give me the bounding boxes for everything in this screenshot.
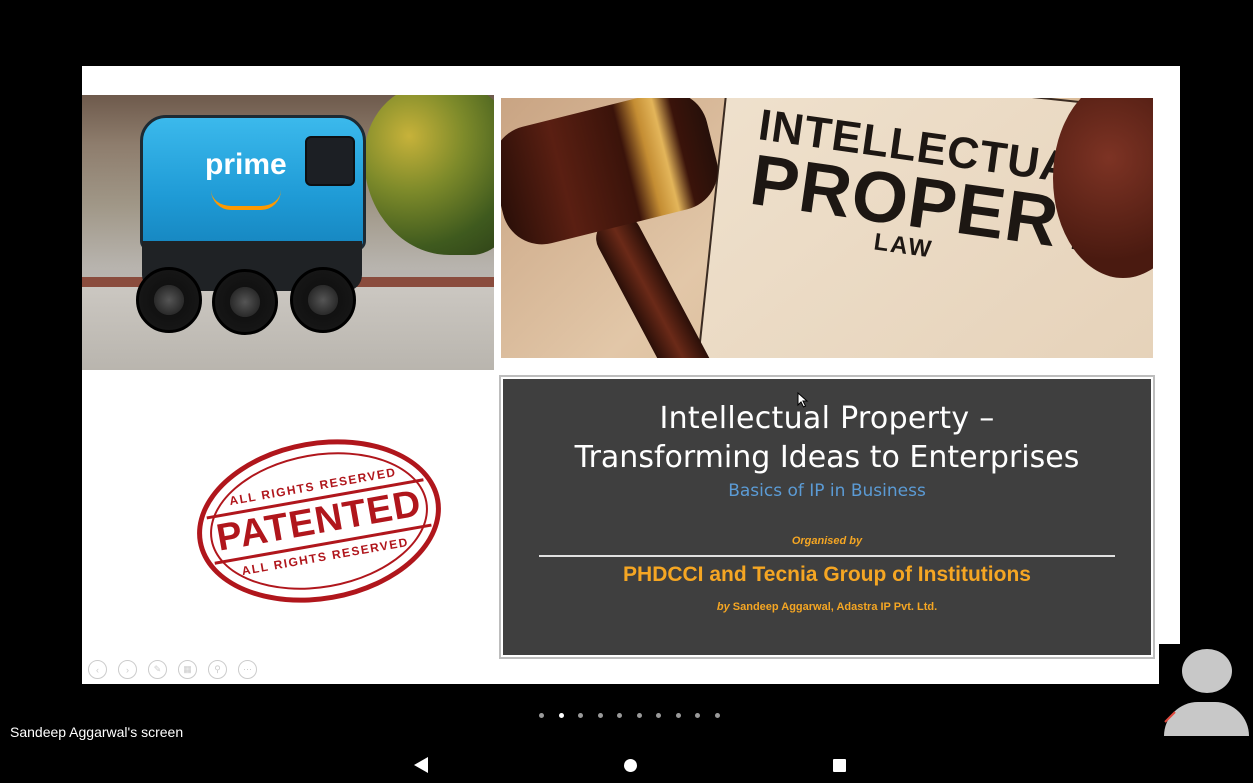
previous-slide-icon[interactable]: ‹ xyxy=(88,660,107,679)
page-indicator xyxy=(539,713,720,718)
pen-icon[interactable]: ✎ xyxy=(148,660,167,679)
page-dot[interactable] xyxy=(539,713,544,718)
delivery-robot-photo: prime xyxy=(82,95,494,370)
back-icon[interactable] xyxy=(414,757,428,773)
byline-text: Sandeep Aggarwal, Adastra IP Pvt. Ltd. xyxy=(732,601,938,613)
screen-share-label: Sandeep Aggarwal's screen xyxy=(10,724,184,740)
participant-tile[interactable] xyxy=(1159,644,1253,737)
patented-stamp: ALL RIGHTS RESERVED PATENTED ALL RIGHTS … xyxy=(183,420,455,622)
hedge xyxy=(364,95,494,255)
byline: by Sandeep Aggarwal, Adastra IP Pvt. Ltd… xyxy=(503,601,1151,613)
slide-title-line1: Intellectual Property – xyxy=(659,401,995,436)
shared-slide: prime ALL RIGHTS RESERVED PATENTED ALL R… xyxy=(82,66,1180,684)
robot-wheel xyxy=(212,269,278,335)
page-dot[interactable] xyxy=(636,713,642,718)
byline-prefix: by xyxy=(716,601,730,613)
mouse-cursor-icon xyxy=(797,392,809,408)
robot-visor xyxy=(305,136,355,186)
home-icon[interactable] xyxy=(624,759,637,772)
organisers: PHDCCI and Tecnia Group of Institutions xyxy=(623,563,1031,586)
see-all-slides-icon[interactable]: ▦ xyxy=(178,660,197,679)
zoom-icon[interactable]: ⚲ xyxy=(208,660,227,679)
robot-wheel xyxy=(290,267,356,333)
prime-smile-icon xyxy=(211,190,281,210)
title-divider xyxy=(539,555,1115,557)
page-dot[interactable] xyxy=(695,713,700,718)
more-options-icon[interactable]: ⋯ xyxy=(238,660,257,679)
slide-subtitle: Basics of IP in Business xyxy=(728,481,926,501)
robot-body: prime xyxy=(140,115,366,251)
mic-muted-icon xyxy=(1164,711,1176,723)
page-dot[interactable] xyxy=(558,713,564,718)
page-dot[interactable] xyxy=(597,713,603,718)
avatar xyxy=(1182,649,1232,693)
slide-title-line2: Transforming Ideas to Enterprises xyxy=(574,440,1080,475)
page-dot[interactable] xyxy=(714,713,720,718)
title-box: Intellectual Property – Transforming Ide… xyxy=(499,375,1155,659)
robot-wheel xyxy=(136,267,202,333)
organised-by-label: Organised by xyxy=(791,535,863,547)
ip-law-photo: INTELLECTUAL PROPERTY LAW xyxy=(501,98,1153,358)
next-slide-icon[interactable]: › xyxy=(118,660,137,679)
page-dot[interactable] xyxy=(675,713,681,718)
page-dot[interactable] xyxy=(617,713,622,718)
page-dot[interactable] xyxy=(578,713,583,718)
recents-icon[interactable] xyxy=(833,759,846,772)
prime-logo: prime xyxy=(205,148,287,181)
page-dot[interactable] xyxy=(656,713,661,718)
slideshow-controls: ‹ › ✎ ▦ ⚲ ⋯ xyxy=(88,660,257,679)
